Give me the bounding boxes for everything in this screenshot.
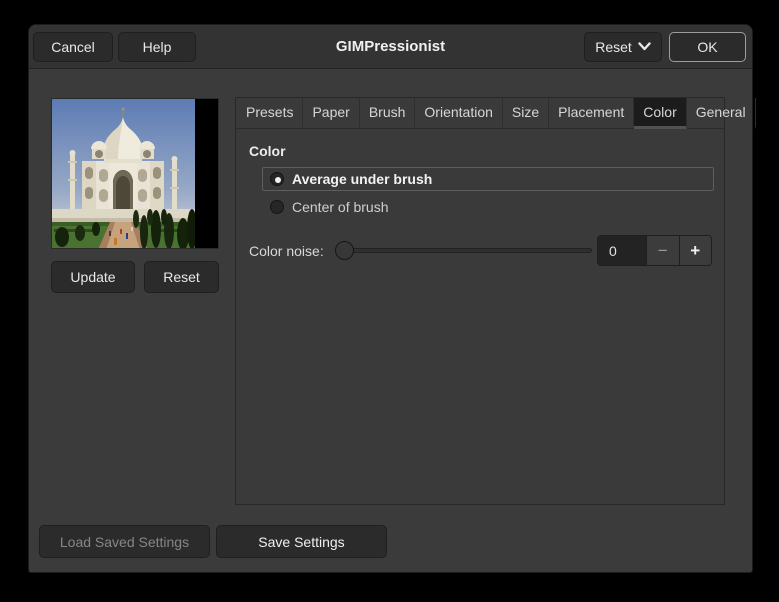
preview-reset-button[interactable]: Reset — [144, 261, 219, 293]
color-noise-slider[interactable] — [332, 235, 592, 266]
tab-orientation[interactable]: Orientation — [415, 98, 503, 129]
preview-image — [51, 98, 219, 249]
settings-notebook: Presets Paper Brush Orientation Size Pla… — [235, 97, 756, 505]
gimpressionist-dialog: GIMPressionist Cancel Help Reset OK Upda… — [28, 24, 756, 573]
color-noise-value[interactable]: 0 — [598, 236, 646, 265]
tab-general[interactable]: General — [687, 98, 756, 129]
tab-placement[interactable]: Placement — [549, 98, 635, 129]
cancel-button[interactable]: Cancel — [33, 31, 113, 62]
radio-center-of-brush[interactable]: Center of brush — [262, 195, 714, 219]
plus-icon[interactable]: + — [679, 236, 711, 265]
tab-presets[interactable]: Presets — [237, 98, 304, 129]
tab-size[interactable]: Size — [503, 98, 550, 129]
reset-dropdown-label: Reset — [595, 38, 632, 55]
taj-mahal-preview — [52, 99, 195, 248]
minus-icon[interactable]: − — [646, 236, 680, 265]
chevron-down-icon — [638, 42, 651, 51]
radio-label: Average under brush — [292, 171, 433, 187]
save-settings-button[interactable]: Save Settings — [216, 525, 387, 558]
tab-paper[interactable]: Paper — [303, 98, 360, 129]
radio-label: Center of brush — [292, 199, 389, 215]
update-button[interactable]: Update — [51, 261, 135, 293]
load-saved-settings-button[interactable]: Load Saved Settings — [39, 525, 210, 558]
radio-unselected-icon — [270, 200, 284, 214]
tab-color[interactable]: Color — [634, 98, 687, 129]
ok-button[interactable]: OK — [669, 31, 746, 62]
radio-selected-icon — [270, 172, 284, 186]
color-section-heading: Color — [249, 143, 286, 159]
reset-dropdown-button[interactable]: Reset — [584, 31, 662, 62]
color-noise-spinbox: 0 − + — [597, 235, 712, 266]
help-button[interactable]: Help — [118, 31, 196, 62]
header-bar: GIMPressionist Cancel Help Reset OK — [29, 25, 752, 69]
radio-average-under-brush[interactable]: Average under brush — [262, 167, 714, 191]
slider-track[interactable] — [338, 248, 592, 253]
color-noise-label: Color noise: — [249, 243, 324, 259]
tab-bar: Presets Paper Brush Orientation Size Pla… — [236, 98, 756, 129]
slider-handle[interactable] — [335, 241, 354, 260]
tab-brush[interactable]: Brush — [360, 98, 416, 129]
